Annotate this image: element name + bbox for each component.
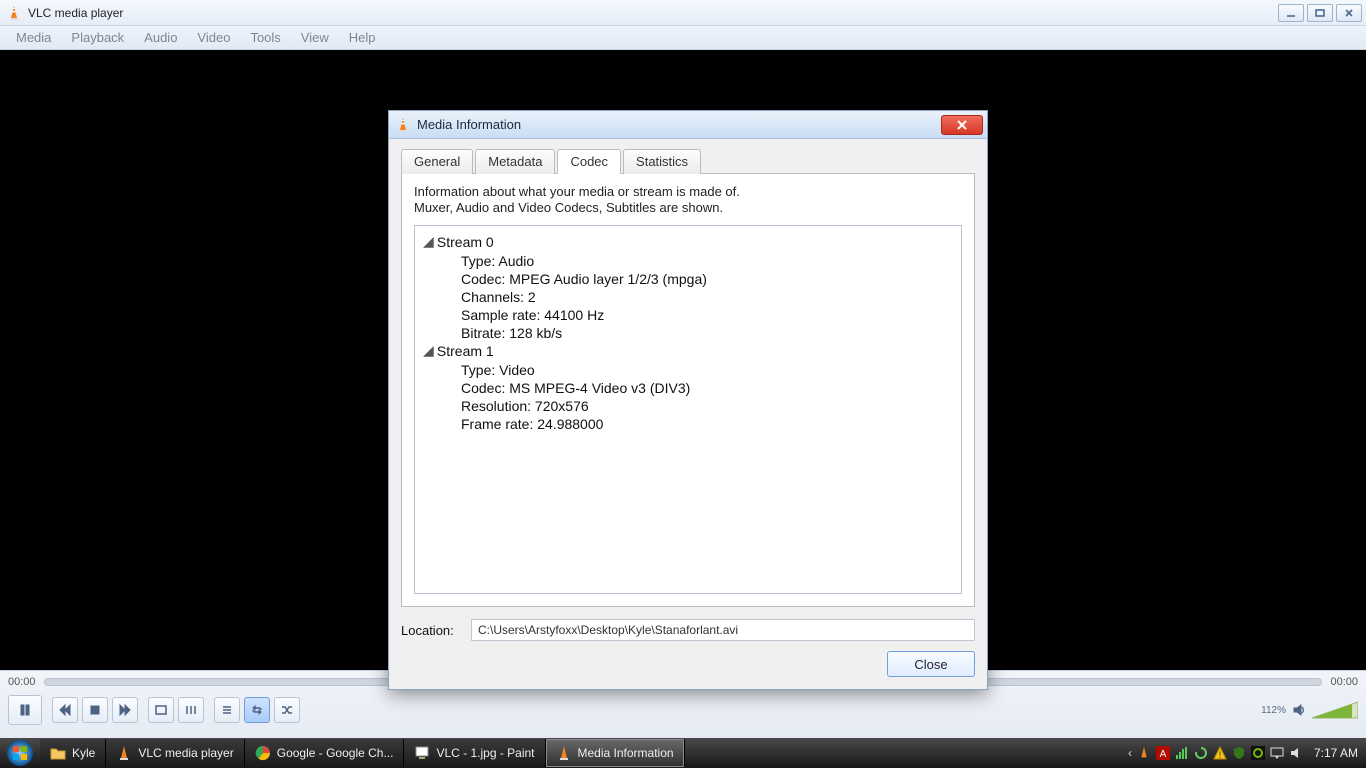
tab-statistics[interactable]: Statistics <box>623 149 701 174</box>
tree-label: Stream 0 <box>437 234 494 250</box>
dialog-tabs: General Metadata Codec Statistics <box>401 149 975 174</box>
menu-bar: Media Playback Audio Video Tools View He… <box>0 26 1366 50</box>
menu-tools[interactable]: Tools <box>240 30 290 45</box>
panel-description: Information about what your media or str… <box>414 184 962 217</box>
taskbar-item-paint[interactable]: VLC - 1.jpg - Paint <box>404 739 545 767</box>
panel-description-line: Muxer, Audio and Video Codecs, Subtitles… <box>414 200 962 216</box>
caret-down-icon: ◢ <box>423 342 433 359</box>
alert-icon[interactable]: ! <box>1213 746 1227 760</box>
media-information-dialog: Media Information General Metadata Codec… <box>388 110 988 690</box>
codec-tree[interactable]: ◢ Stream 0 Type: Audio Codec: MPEG Audio… <box>414 225 962 595</box>
menu-audio[interactable]: Audio <box>134 30 187 45</box>
play-pause-button[interactable] <box>8 695 42 725</box>
adobe-icon[interactable]: A <box>1156 746 1170 760</box>
fullscreen-button[interactable] <box>148 697 174 723</box>
location-field[interactable]: C:\Users\Arstyfoxx\Desktop\Kyle\Stanafor… <box>471 619 975 641</box>
taskbar-item-explorer[interactable]: Kyle <box>40 739 106 767</box>
tree-row: Codec: MPEG Audio layer 1/2/3 (mpga) <box>461 271 953 287</box>
taskbar-item-chrome[interactable]: Google - Google Ch... <box>245 739 405 767</box>
chrome-icon <box>255 745 271 761</box>
menu-video[interactable]: Video <box>187 30 240 45</box>
window-titlebar: VLC media player <box>0 0 1366 26</box>
volume-percent-label: 112% <box>1261 705 1286 716</box>
tree-row: Channels: 2 <box>461 289 953 305</box>
taskbar-item-label: VLC - 1.jpg - Paint <box>436 746 534 760</box>
vlc-cone-icon <box>116 745 132 761</box>
stop-button[interactable] <box>82 697 108 723</box>
vlc-cone-icon <box>556 745 572 761</box>
tree-row: Type: Video <box>461 362 953 378</box>
paint-icon <box>414 745 430 761</box>
tree-stream-header[interactable]: ◢ Stream 1 <box>423 343 953 360</box>
menu-media[interactable]: Media <box>6 30 61 45</box>
window-maximize-button[interactable] <box>1307 4 1333 22</box>
volume-slider[interactable] <box>1312 700 1358 720</box>
panel-description-line: Information about what your media or str… <box>414 184 962 200</box>
action-center-icon[interactable] <box>1270 746 1284 760</box>
tray-show-hidden-icon[interactable]: ‹ <box>1128 746 1132 760</box>
tree-row: Sample rate: 44100 Hz <box>461 307 953 323</box>
location-value: C:\Users\Arstyfoxx\Desktop\Kyle\Stanafor… <box>478 623 738 637</box>
dialog-close-button[interactable] <box>941 115 983 135</box>
window-minimize-button[interactable] <box>1278 4 1304 22</box>
taskbar-item-label: Google - Google Ch... <box>277 746 394 760</box>
taskbar-item-media-info[interactable]: Media Information <box>546 739 685 767</box>
extended-settings-button[interactable] <box>178 697 204 723</box>
next-button[interactable] <box>112 697 138 723</box>
taskbar: Kyle VLC media player Google - Google Ch… <box>0 738 1366 768</box>
sync-icon[interactable] <box>1194 746 1208 760</box>
taskbar-clock[interactable]: 7:17 AM <box>1314 746 1358 760</box>
svg-text:A: A <box>1160 749 1167 760</box>
menu-view[interactable]: View <box>291 30 339 45</box>
volume-tray-icon[interactable] <box>1289 746 1303 760</box>
loop-button[interactable] <box>244 697 270 723</box>
tree-row: Resolution: 720x576 <box>461 398 953 414</box>
menu-playback[interactable]: Playback <box>61 30 134 45</box>
tab-panel-codec: Information about what your media or str… <box>401 173 975 607</box>
dialog-title: Media Information <box>417 117 521 132</box>
time-total: 00:00 <box>1330 676 1358 688</box>
speaker-icon[interactable] <box>1290 697 1308 723</box>
previous-button[interactable] <box>52 697 78 723</box>
window-title: VLC media player <box>28 6 123 20</box>
taskbar-item-vlc[interactable]: VLC media player <box>106 739 244 767</box>
menu-help[interactable]: Help <box>339 30 386 45</box>
tree-label: Stream 1 <box>437 343 494 359</box>
tab-metadata[interactable]: Metadata <box>475 149 555 174</box>
tree-stream-header[interactable]: ◢ Stream 0 <box>423 234 953 251</box>
taskbar-item-label: Media Information <box>578 746 674 760</box>
tree-row: Bitrate: 128 kb/s <box>461 325 953 341</box>
tree-row: Codec: MS MPEG-4 Video v3 (DIV3) <box>461 380 953 396</box>
folder-icon <box>50 745 66 761</box>
vlc-cone-icon <box>6 5 22 21</box>
window-close-button[interactable] <box>1336 4 1362 22</box>
network-signal-icon[interactable] <box>1175 746 1189 760</box>
nvidia-icon[interactable] <box>1251 746 1265 760</box>
vlc-cone-icon <box>395 117 411 133</box>
start-button[interactable] <box>0 738 40 768</box>
vlc-cone-icon[interactable] <box>1137 746 1151 760</box>
tab-codec[interactable]: Codec <box>557 149 621 174</box>
taskbar-item-label: VLC media player <box>138 746 233 760</box>
taskbar-item-label: Kyle <box>72 746 95 760</box>
svg-text:!: ! <box>1219 750 1222 760</box>
shuffle-button[interactable] <box>274 697 300 723</box>
system-tray: ‹ A ! 7:17 AM <box>1120 746 1366 760</box>
playlist-button[interactable] <box>214 697 240 723</box>
caret-down-icon: ◢ <box>423 233 433 250</box>
shield-icon[interactable] <box>1232 746 1246 760</box>
tree-row: Type: Audio <box>461 253 953 269</box>
dialog-titlebar[interactable]: Media Information <box>389 111 987 139</box>
tab-general[interactable]: General <box>401 149 473 174</box>
tree-row: Frame rate: 24.988000 <box>461 416 953 432</box>
location-label: Location: <box>401 623 461 638</box>
time-elapsed: 00:00 <box>8 676 36 688</box>
close-button[interactable]: Close <box>887 651 975 677</box>
